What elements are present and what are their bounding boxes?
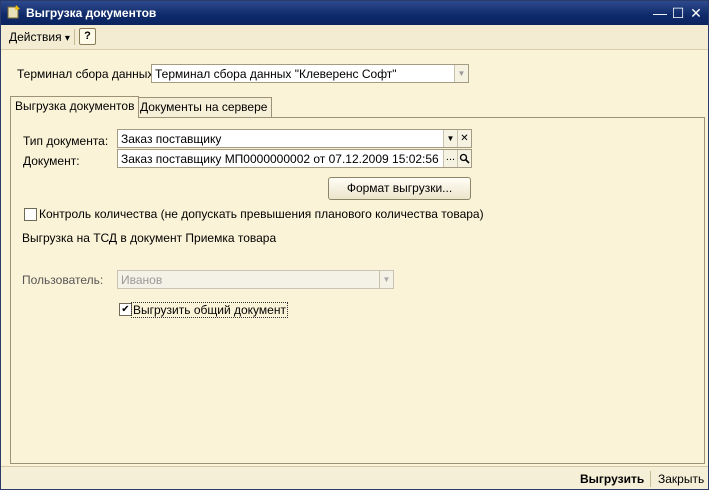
close-window-button[interactable]: ✕ <box>687 4 705 22</box>
toolbar: Действия ▾ ? <box>1 25 708 50</box>
bottom-divider <box>650 471 651 487</box>
minimize-button[interactable]: — <box>651 4 669 22</box>
quantity-control-checkbox[interactable] <box>24 208 37 221</box>
actions-menu-label: Действия <box>9 30 62 44</box>
chevron-down-icon: ▾ <box>64 33 70 44</box>
close-button[interactable]: Закрыть <box>658 472 704 486</box>
ellipsis-button[interactable]: ... <box>443 150 457 167</box>
title-bar: Выгрузка документов — ☐ ✕ <box>1 1 708 25</box>
doc-type-value: Заказ поставщику <box>121 132 222 146</box>
tab-server-documents[interactable]: Документы на сервере <box>135 97 273 117</box>
user-label: Пользователь: <box>22 273 104 287</box>
toolbar-divider <box>74 29 75 45</box>
terminal-value: Терминал сбора данных "Клеверенс Софт" <box>155 67 397 81</box>
bottom-bar: Выгрузить Закрыть <box>1 466 708 489</box>
user-select: Иванов ▼ <box>117 270 394 289</box>
clear-icon[interactable]: ✕ <box>457 130 471 147</box>
window-title: Выгрузка документов <box>26 6 157 20</box>
quantity-control-label: Контроль количества (не допускать превыш… <box>39 207 484 221</box>
common-document-label: Выгрузить общий документ <box>131 302 288 318</box>
maximize-button[interactable]: ☐ <box>669 4 687 22</box>
search-icon[interactable] <box>457 150 471 167</box>
user-value: Иванов <box>121 273 163 287</box>
tab-panel <box>10 117 705 464</box>
actions-menu[interactable]: Действия ▾ <box>9 30 70 44</box>
document-label: Документ: <box>23 154 80 168</box>
format-upload-button[interactable]: Формат выгрузки... <box>328 177 471 200</box>
doc-type-select[interactable]: Заказ поставщику ▼ ✕ <box>117 129 472 148</box>
doc-type-label: Тип документа: <box>23 134 109 148</box>
document-field[interactable]: Заказ поставщику МП0000000002 от 07.12.2… <box>117 149 472 168</box>
dropdown-arrow-icon[interactable]: ▼ <box>443 130 457 147</box>
tab-upload-documents[interactable]: Выгрузка документов <box>10 96 140 118</box>
upload-info-text: Выгрузка на ТСД в документ Приемка товар… <box>22 231 277 245</box>
document-value: Заказ поставщику МП0000000002 от 07.12.2… <box>121 152 439 166</box>
help-button[interactable]: ? <box>79 28 96 45</box>
dropdown-arrow-icon[interactable]: ▼ <box>454 65 468 82</box>
dropdown-arrow-icon: ▼ <box>379 271 393 288</box>
app-icon <box>6 4 22 20</box>
app-window: Выгрузка документов — ☐ ✕ Действия ▾ ? Т… <box>0 0 709 490</box>
terminal-label: Терминал сбора данных: <box>17 67 157 81</box>
terminal-select[interactable]: Терминал сбора данных "Клеверенс Софт" ▼ <box>151 64 469 83</box>
upload-button[interactable]: Выгрузить <box>580 472 644 486</box>
